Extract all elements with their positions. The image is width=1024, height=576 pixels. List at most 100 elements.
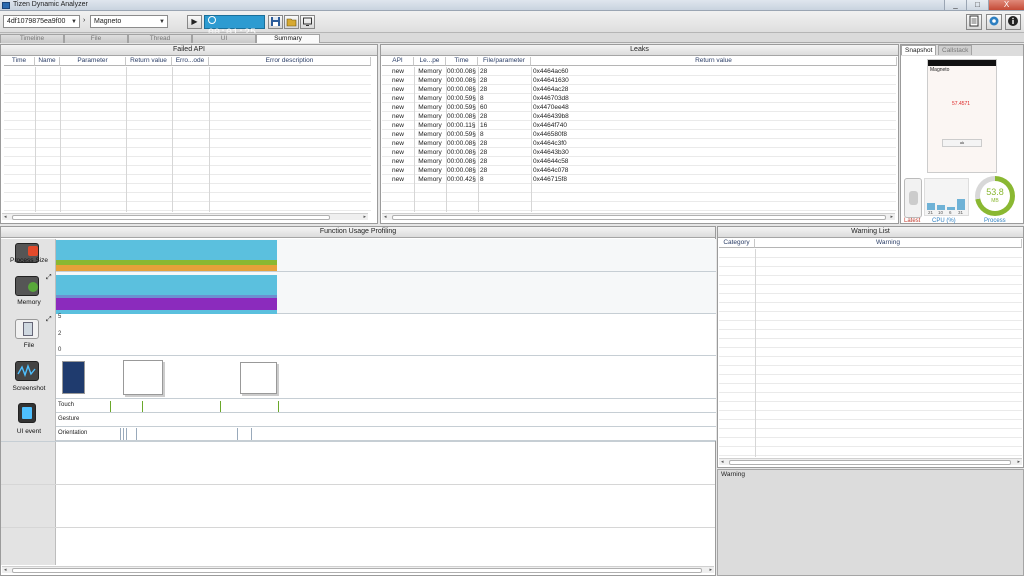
replay-icon bbox=[303, 17, 312, 26]
grid-line bbox=[719, 338, 1022, 339]
process-value: 53.8 bbox=[986, 187, 1004, 197]
save-button[interactable] bbox=[268, 15, 283, 29]
window-title: Tizen Dynamic Analyzer bbox=[13, 1, 88, 8]
tab-timeline[interactable]: Timeline bbox=[0, 34, 64, 43]
column-header-return-value[interactable]: Return value bbox=[126, 57, 172, 66]
warning-detail-panel: Warning bbox=[717, 469, 1024, 576]
replay-button[interactable] bbox=[300, 15, 315, 29]
grid-line bbox=[719, 329, 1022, 330]
grid-line bbox=[719, 347, 1022, 348]
process-label: Process bbox=[984, 218, 1006, 224]
column-header-parameter[interactable]: Parameter bbox=[60, 57, 126, 66]
file-icon[interactable] bbox=[15, 319, 39, 339]
column-header-return-value[interactable]: Return value bbox=[531, 57, 897, 66]
leaks-hscrollbar[interactable]: ◂ ▸ bbox=[382, 213, 895, 220]
start-trace-button[interactable]: ▶ bbox=[187, 15, 202, 29]
phone-button: ok bbox=[942, 139, 982, 147]
process-memory-gauge: 53.8 MB bbox=[975, 176, 1015, 216]
minimize-button[interactable]: _ bbox=[944, 0, 966, 10]
tab-file[interactable]: File bbox=[64, 34, 128, 43]
column-header-file-parameter[interactable]: File/parameter bbox=[478, 57, 531, 66]
cpu-chart: 21 10 6 31 bbox=[924, 178, 969, 216]
row-label-process-size: Process Size bbox=[10, 257, 48, 264]
device-screenshot[interactable]: Magneto 57.4571 ok bbox=[927, 59, 997, 173]
grid-line bbox=[382, 147, 896, 148]
warning-hscrollbar[interactable]: ◂ ▸ bbox=[719, 458, 1022, 465]
leaks-panel: Leaks API Le...pe Time File/parameter Re… bbox=[380, 44, 899, 224]
grid-line bbox=[719, 257, 1022, 258]
column-header-error-code[interactable]: Erro...ode bbox=[172, 57, 209, 66]
ui-event-icon[interactable] bbox=[18, 403, 36, 423]
profiling-title: Function Usage Profiling bbox=[1, 227, 715, 238]
expand-icon[interactable]: ⤢ bbox=[46, 316, 52, 324]
touch-event-marker[interactable] bbox=[110, 401, 111, 412]
tab-callstack[interactable]: Callstack bbox=[938, 45, 973, 55]
tab-snapshot[interactable]: Snapshot bbox=[901, 45, 937, 55]
grid-line bbox=[719, 275, 1022, 276]
cpu-value: 31 bbox=[958, 210, 964, 215]
grid-line bbox=[382, 183, 896, 184]
warning-list-title: Warning List bbox=[718, 227, 1023, 238]
row-label-screenshot: Screenshot bbox=[12, 385, 46, 392]
tab-ui[interactable]: UI bbox=[192, 34, 256, 43]
column-divider bbox=[755, 249, 756, 457]
file-lane: 5 2 0 bbox=[56, 314, 716, 356]
ui-lane-label: Touch bbox=[58, 402, 75, 408]
orientation-marker[interactable] bbox=[123, 428, 124, 440]
column-divider bbox=[209, 67, 210, 212]
ui-lane-label: Orientation bbox=[58, 430, 88, 436]
orientation-marker[interactable] bbox=[120, 428, 121, 440]
failed-api-title: Failed API bbox=[1, 45, 377, 56]
settings-button[interactable] bbox=[986, 14, 1002, 30]
orientation-marker[interactable] bbox=[126, 428, 127, 440]
grid-line bbox=[382, 129, 896, 130]
column-header-api[interactable]: API bbox=[382, 57, 414, 66]
chevron-down-icon: ▼ bbox=[71, 19, 77, 25]
orientation-marker[interactable] bbox=[237, 428, 238, 440]
orientation-marker[interactable] bbox=[251, 428, 252, 440]
play-latest-icon bbox=[909, 191, 918, 205]
screenshot-icon[interactable] bbox=[15, 361, 39, 381]
profiling-hscrollbar[interactable]: ◂ ▸ bbox=[2, 566, 714, 573]
open-button[interactable] bbox=[284, 15, 299, 29]
screenshot-thumbnail[interactable] bbox=[62, 361, 85, 394]
touch-event-marker[interactable] bbox=[142, 401, 143, 412]
screenshot-thumbnail[interactable] bbox=[123, 360, 163, 395]
column-header-name[interactable]: Name bbox=[35, 57, 60, 66]
warning-detail-label: Warning bbox=[721, 471, 745, 478]
column-header-time[interactable]: Time bbox=[4, 57, 35, 66]
screenshot-thumbnail[interactable] bbox=[240, 362, 277, 394]
failed-api-hscrollbar[interactable]: ◂ ▸ bbox=[2, 213, 368, 220]
grid-line bbox=[719, 356, 1022, 357]
grid-line bbox=[719, 302, 1022, 303]
column-header-time[interactable]: Time bbox=[446, 57, 478, 66]
tab-thread[interactable]: Thread bbox=[128, 34, 192, 43]
row-label-ui-event: UI event bbox=[16, 428, 42, 435]
grid-line bbox=[719, 455, 1022, 456]
app-select[interactable]: Magneto ▼ bbox=[90, 15, 168, 28]
touch-event-marker[interactable] bbox=[220, 401, 221, 412]
column-header-leak-type[interactable]: Le...pe bbox=[414, 57, 446, 66]
cpu-bar bbox=[927, 203, 935, 210]
latest-snapshot-button[interactable] bbox=[904, 178, 922, 218]
orientation-marker[interactable] bbox=[136, 428, 137, 440]
column-header-warning[interactable]: Warning bbox=[755, 239, 1022, 248]
phone-value: 57.4571 bbox=[952, 101, 971, 107]
grid-line bbox=[719, 383, 1022, 384]
report-button[interactable] bbox=[966, 14, 982, 30]
touch-event-marker[interactable] bbox=[278, 401, 279, 412]
about-button[interactable] bbox=[1005, 14, 1021, 30]
process-size-lane bbox=[56, 239, 716, 272]
expand-icon[interactable]: ⤢ bbox=[46, 274, 52, 282]
close-button[interactable]: X bbox=[988, 0, 1024, 10]
column-header-error-description[interactable]: Error description bbox=[209, 57, 371, 66]
memory-icon[interactable] bbox=[15, 276, 39, 296]
chevron-down-icon: ▼ bbox=[159, 19, 165, 25]
ui-lane-label: Gesture bbox=[58, 416, 80, 422]
grid-line bbox=[382, 120, 896, 121]
column-header-category[interactable]: Category bbox=[719, 239, 755, 248]
warning-list-panel: Warning List Category Warning ◂ ▸ bbox=[717, 226, 1024, 468]
tab-summary[interactable]: Summary bbox=[256, 34, 320, 43]
device-select[interactable]: 4df1079875ea9f00 ▼ bbox=[3, 15, 80, 28]
maximize-button[interactable]: □ bbox=[966, 0, 988, 10]
